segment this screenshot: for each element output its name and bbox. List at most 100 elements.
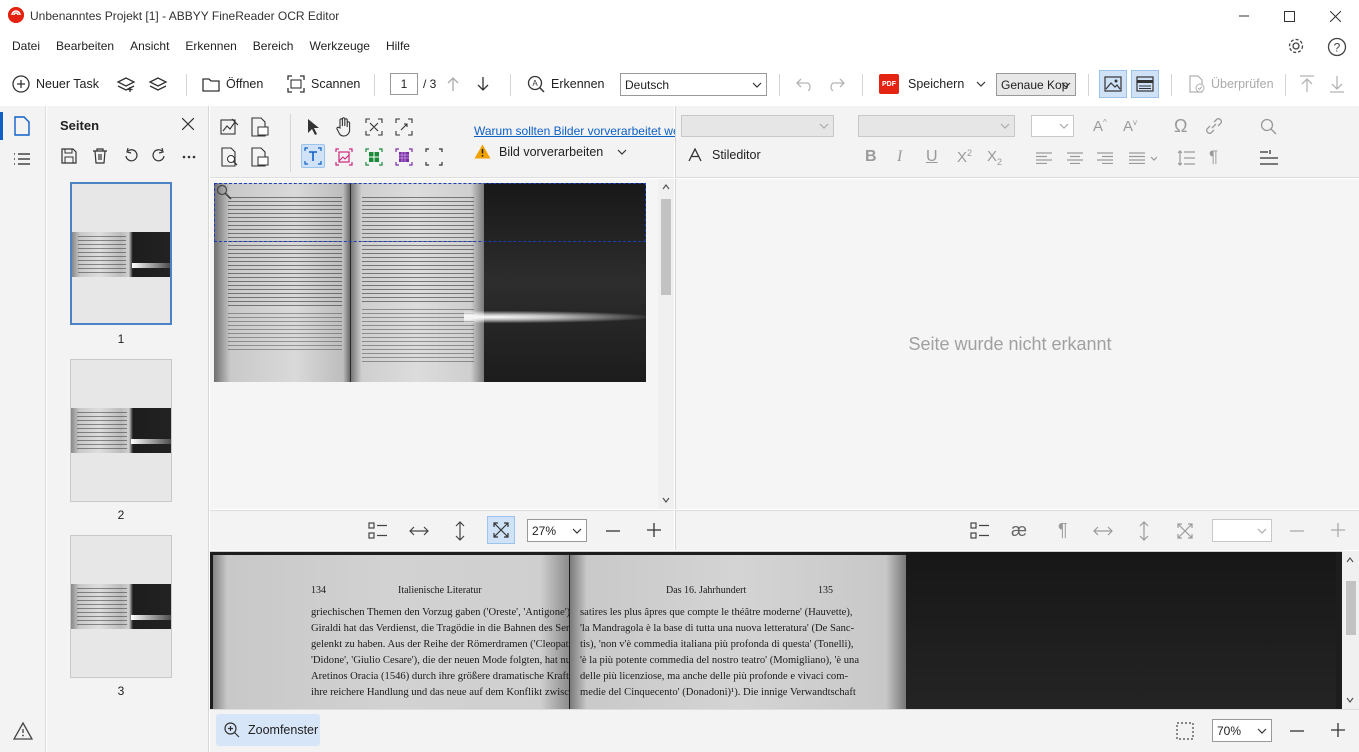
next-page-button[interactable]	[476, 66, 490, 102]
underline-icon[interactable]: U	[926, 148, 938, 166]
scroll-down-icon[interactable]	[662, 497, 670, 503]
italic-icon[interactable]: I	[897, 148, 902, 166]
zoom-out-button[interactable]	[606, 530, 620, 532]
add-layers-button[interactable]	[116, 66, 136, 102]
zoom-window[interactable]: 134 Italienische Literatur griechischen …	[210, 551, 1359, 709]
save-pages-button[interactable]	[61, 148, 77, 164]
image-properties-button[interactable]	[248, 115, 272, 139]
selected-area[interactable]	[214, 183, 646, 242]
page-number-input[interactable]: 1	[390, 73, 418, 95]
subscript-icon[interactable]: X2	[987, 148, 1002, 167]
menu-datei[interactable]: Datei	[0, 34, 48, 60]
rotate-left-button[interactable]	[122, 148, 138, 164]
pages-view-button[interactable]	[4, 109, 40, 143]
special-character-icon[interactable]: Ω	[1174, 116, 1187, 137]
close-pages-panel-button[interactable]	[182, 118, 194, 130]
area-list-button[interactable]	[368, 522, 388, 540]
style-editor-button[interactable]: Stileditor	[688, 148, 761, 162]
more-options-button[interactable]	[182, 155, 196, 159]
close-button[interactable]	[1312, 0, 1358, 32]
fit-height-button[interactable]	[1137, 521, 1151, 541]
zoom-window-zoom-select[interactable]: 70%	[1212, 719, 1272, 742]
zoom-window-button[interactable]: Zoomfenster	[216, 714, 320, 746]
superscript-icon[interactable]: X2	[957, 148, 972, 166]
verify-button[interactable]: Überprüfen	[1187, 66, 1274, 102]
menu-bereich[interactable]: Bereich	[245, 34, 302, 60]
new-task-button[interactable]: Neuer Task	[12, 66, 99, 102]
scan-button[interactable]: Scannen	[287, 66, 360, 102]
fit-height-button[interactable]	[453, 521, 467, 541]
justify-icon[interactable]	[1129, 152, 1157, 164]
zoom-out-button[interactable]	[1290, 730, 1304, 732]
next-error-button[interactable]	[1329, 66, 1345, 102]
increase-font-icon[interactable]: A^	[1093, 118, 1107, 135]
zoom-in-button[interactable]	[1331, 523, 1345, 537]
recognize-page-button[interactable]	[248, 145, 272, 169]
text-zoom-select[interactable]	[1212, 519, 1272, 542]
open-button[interactable]: Öffnen	[202, 66, 263, 102]
language-select[interactable]: Deutsch	[620, 73, 767, 96]
background-area-tool-button[interactable]	[392, 145, 416, 169]
font-family-select[interactable]	[858, 115, 1015, 137]
text-area-tool-button[interactable]	[301, 144, 325, 168]
image-zoom-select[interactable]: 27%	[527, 519, 587, 542]
text-view-toggle[interactable]	[1131, 70, 1159, 98]
zoom-in-button[interactable]	[1331, 723, 1345, 737]
minimize-button[interactable]	[1221, 0, 1267, 32]
scroll-up-icon[interactable]	[1346, 557, 1354, 563]
image-view-scrollbar[interactable]	[658, 179, 674, 509]
ligature-icon[interactable]: æ	[1011, 520, 1027, 541]
help-icon[interactable]: ?	[1327, 37, 1347, 57]
free-area-tool-button[interactable]	[422, 145, 446, 169]
redo-button[interactable]	[826, 66, 846, 102]
rotate-right-button[interactable]	[152, 148, 168, 164]
previous-error-button[interactable]	[1299, 66, 1315, 102]
paragraph-style-select[interactable]	[681, 115, 834, 137]
expand-area-button[interactable]	[392, 115, 416, 139]
paragraph-marks-icon[interactable]: ¶	[1209, 147, 1218, 167]
fit-width-button[interactable]	[409, 524, 429, 538]
table-area-tool-button[interactable]	[362, 145, 386, 169]
zoom-in-button[interactable]	[647, 523, 661, 537]
text-view[interactable]: Seite wurde nicht erkannt	[675, 179, 1359, 509]
bold-icon[interactable]: B	[865, 148, 877, 166]
menu-bearbeiten[interactable]: Bearbeiten	[48, 34, 122, 60]
hand-tool-button[interactable]	[332, 115, 356, 139]
fit-area-button[interactable]	[362, 115, 386, 139]
align-left-icon[interactable]	[1036, 152, 1052, 164]
menu-werkzeuge[interactable]: Werkzeuge	[301, 34, 377, 60]
font-size-select[interactable]	[1031, 115, 1074, 137]
image-view[interactable]	[210, 179, 674, 509]
page-thumbnail[interactable]	[70, 182, 172, 325]
maximize-button[interactable]	[1266, 0, 1312, 32]
zoom-window-scrollbar[interactable]	[1342, 551, 1359, 709]
fit-page-button[interactable]	[487, 516, 515, 544]
align-center-icon[interactable]	[1067, 152, 1083, 164]
select-tool-button[interactable]	[302, 115, 326, 139]
menu-erkennen[interactable]: Erkennen	[177, 34, 244, 60]
list-view-button[interactable]	[13, 152, 31, 166]
scroll-up-icon[interactable]	[662, 184, 670, 190]
zoom-out-button[interactable]	[1290, 530, 1304, 532]
edit-image-button[interactable]	[218, 115, 242, 139]
paragraph-marks-icon[interactable]: ¶	[1058, 520, 1068, 541]
analyze-page-button[interactable]	[218, 145, 242, 169]
decrease-font-icon[interactable]: Av	[1123, 118, 1137, 135]
align-right-icon[interactable]	[1097, 152, 1113, 164]
area-list-button[interactable]	[970, 522, 990, 540]
scroll-down-icon[interactable]	[1346, 697, 1354, 703]
page-thumbnail[interactable]	[70, 359, 172, 502]
format-settings-icon[interactable]	[1260, 150, 1278, 166]
image-view-toggle[interactable]	[1099, 70, 1127, 98]
fit-selection-button[interactable]	[1176, 722, 1194, 740]
link-icon[interactable]	[1204, 117, 1224, 135]
settings-gear-icon[interactable]	[1287, 37, 1305, 55]
fit-width-button[interactable]	[1093, 524, 1113, 538]
recognize-button[interactable]: A Erkennen	[527, 66, 605, 102]
fit-page-button[interactable]	[1177, 523, 1193, 539]
save-mode-select[interactable]: Genaue Kop	[996, 73, 1076, 96]
previous-page-button[interactable]	[446, 66, 460, 102]
menu-hilfe[interactable]: Hilfe	[378, 34, 418, 60]
preprocess-image-button[interactable]: Bild vorverarbeiten	[474, 144, 627, 159]
page-thumbnail[interactable]	[70, 535, 172, 678]
